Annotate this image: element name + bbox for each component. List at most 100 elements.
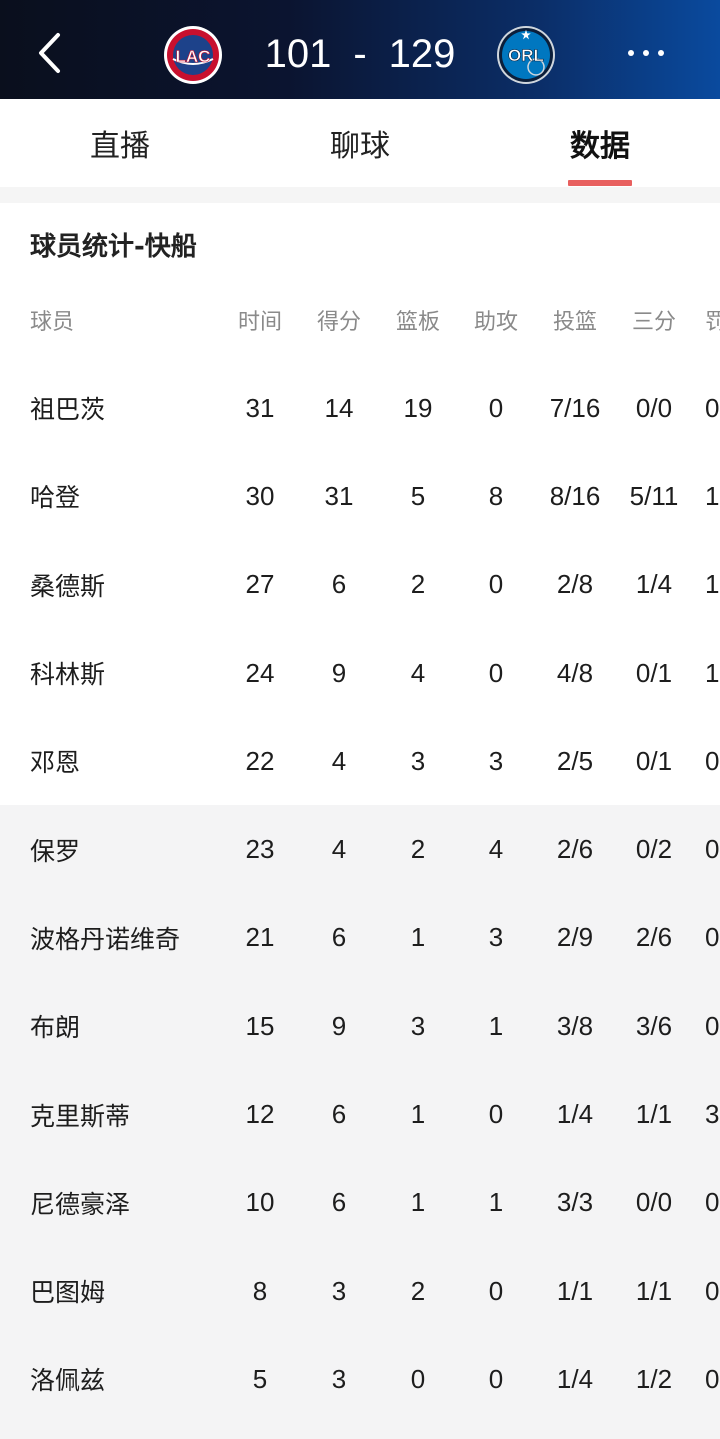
stat-cell-ast: 4 [488,834,504,865]
tab-chat[interactable]: 聊球 [300,121,420,165]
table-row[interactable]: 波格丹诺维奇 21 6 1 3 2/9 2/6 0 [0,893,720,983]
player-name: 保罗 [30,836,81,866]
column-header: 投篮 [552,310,597,335]
stat-cell-reb: 2 [410,569,426,600]
chevron-left-icon [39,33,60,73]
table-row[interactable]: 桑德斯 27 6 2 0 2/8 1/4 1 [0,541,720,629]
stat-cell-min: 23 [245,834,275,865]
stat-cell-min: 27 [245,569,275,600]
svg-text:LAC: LAC [176,47,211,66]
orl-team-logo[interactable]: ORL [496,25,556,85]
stat-cell-pts: 31 [324,480,354,511]
lac-team-logo[interactable]: LAC [163,25,223,85]
stat-cell-ft: 0 [705,1187,720,1218]
stat-cell-reb: 19 [403,392,433,423]
stat-cell-ast: 1 [488,1187,504,1218]
stat-cell-fg: 3/8 [556,1010,594,1041]
table-row[interactable]: 克里斯蒂 12 6 1 0 1/4 1/1 3 [0,1070,720,1159]
stat-cell-tp: 1/4 [635,569,673,600]
score-separator: - [353,31,367,76]
stat-cell-ft: 0 [705,1275,720,1306]
player-name: 哈登 [30,483,81,513]
more-options-button[interactable] [616,38,676,68]
stat-cell-tp: 2/6 [635,922,673,953]
stat-cell-pts: 14 [324,392,354,423]
stat-cell-min: 22 [245,745,275,776]
table-row[interactable]: 巴图姆 8 3 2 0 1/1 1/1 0 [0,1246,720,1336]
stat-cell-ast: 3 [488,922,504,953]
stat-cell-min: 31 [245,392,275,423]
tab-data[interactable]: 数据 [540,121,660,165]
stat-cell-reb: 1 [410,922,426,953]
stat-cell-reb: 1 [410,1099,426,1130]
stat-cell-tp: 0/0 [635,1187,673,1218]
table-row[interactable]: 邓恩 22 4 3 3 2/5 0/1 0 [0,717,720,805]
column-header: 篮板 [395,310,440,335]
game-header: LAC 101 - 129 ORL [0,0,720,99]
stat-cell-pts: 6 [331,569,347,600]
tab-bar: 直播 聊球 数据 [0,99,720,187]
stat-cell-ft: 0 [705,834,720,865]
stat-cell-tp: 1/1 [635,1099,673,1130]
stat-cell-ast: 0 [488,569,504,600]
back-button[interactable] [30,28,74,78]
column-header: 球员 [30,310,75,335]
stat-cell-pts: 3 [331,1275,347,1306]
more-horizontal-icon [643,50,649,56]
away-score: 129 [388,31,456,76]
stat-cell-fg: 8/16 [549,480,601,511]
player-stats-table[interactable]: 球员 时间 得分 篮板 助攻 投篮 三分 罚 祖巴茨 31 14 19 0 7/16 0/0… [0,276,720,1424]
stat-cell-min: 8 [252,1275,268,1306]
stat-cell-tp: 0/1 [635,657,673,688]
stat-cell-fg: 1/1 [556,1275,594,1306]
stat-cell-pts: 9 [331,657,347,688]
stat-cell-tp: 0/2 [635,834,673,865]
stat-cell-ft: 10 [705,480,720,511]
stat-cell-pts: 6 [331,1187,347,1218]
stat-cell-pts: 6 [331,1099,347,1130]
stat-cell-fg: 2/9 [556,922,594,953]
player-name: 科林斯 [30,660,106,690]
tab-live[interactable]: 直播 [60,121,180,165]
table-row[interactable]: 哈登 30 31 5 8 8/16 5/11 10 [0,452,720,540]
more-horizontal-icon [628,50,634,56]
table-row[interactable]: 尼德豪泽 10 6 1 1 3/3 0/0 0 [0,1158,720,1247]
column-header: 罚 [705,310,720,335]
player-name: 邓恩 [30,748,81,778]
stat-cell-reb: 1 [410,1187,426,1218]
stat-cell-reb: 4 [410,657,426,688]
table-row[interactable]: 保罗 23 4 2 4 2/6 0/2 0 [0,805,720,894]
table-row[interactable]: 布朗 15 9 3 1 3/8 3/6 0 [0,982,720,1071]
player-name: 克里斯蒂 [30,1101,131,1131]
stat-cell-reb: 2 [410,834,426,865]
scoreboard: 101 - 129 [238,28,482,80]
player-name: 祖巴茨 [30,395,106,425]
player-name: 布朗 [30,1013,81,1043]
player-name: 尼德豪泽 [30,1189,131,1219]
stat-cell-ast: 3 [488,745,504,776]
stat-cell-ast: 0 [488,1275,504,1306]
table-row[interactable]: 科林斯 24 9 4 0 4/8 0/1 1 [0,629,720,717]
column-header: 助攻 [473,310,518,335]
stat-cell-ft: 1 [705,569,720,600]
stat-cell-ft: 0 [705,745,720,776]
more-horizontal-icon [658,50,664,56]
stat-cell-fg: 2/8 [556,569,594,600]
stat-cell-min: 12 [245,1099,275,1130]
stat-cell-ast: 0 [488,657,504,688]
next-row-partial [0,1406,720,1439]
player-name: 波格丹诺维奇 [30,924,181,954]
stat-cell-tp: 0/1 [635,745,673,776]
stat-cell-min: 10 [245,1187,275,1218]
column-header: 时间 [237,310,282,335]
stat-cell-min: 21 [245,922,275,953]
stat-cell-tp: 5/11 [629,480,679,511]
active-tab-indicator [568,180,632,186]
table-row[interactable]: 祖巴茨 31 14 19 0 7/16 0/0 0 [0,364,720,452]
stat-cell-min: 15 [245,1010,275,1041]
stat-cell-tp: 1/1 [635,1275,673,1306]
stat-cell-fg: 2/5 [556,745,594,776]
stat-cell-fg: 7/16 [549,392,601,423]
stat-cell-fg: 1/4 [556,1099,594,1130]
stat-cell-ft: 0 [705,392,720,423]
